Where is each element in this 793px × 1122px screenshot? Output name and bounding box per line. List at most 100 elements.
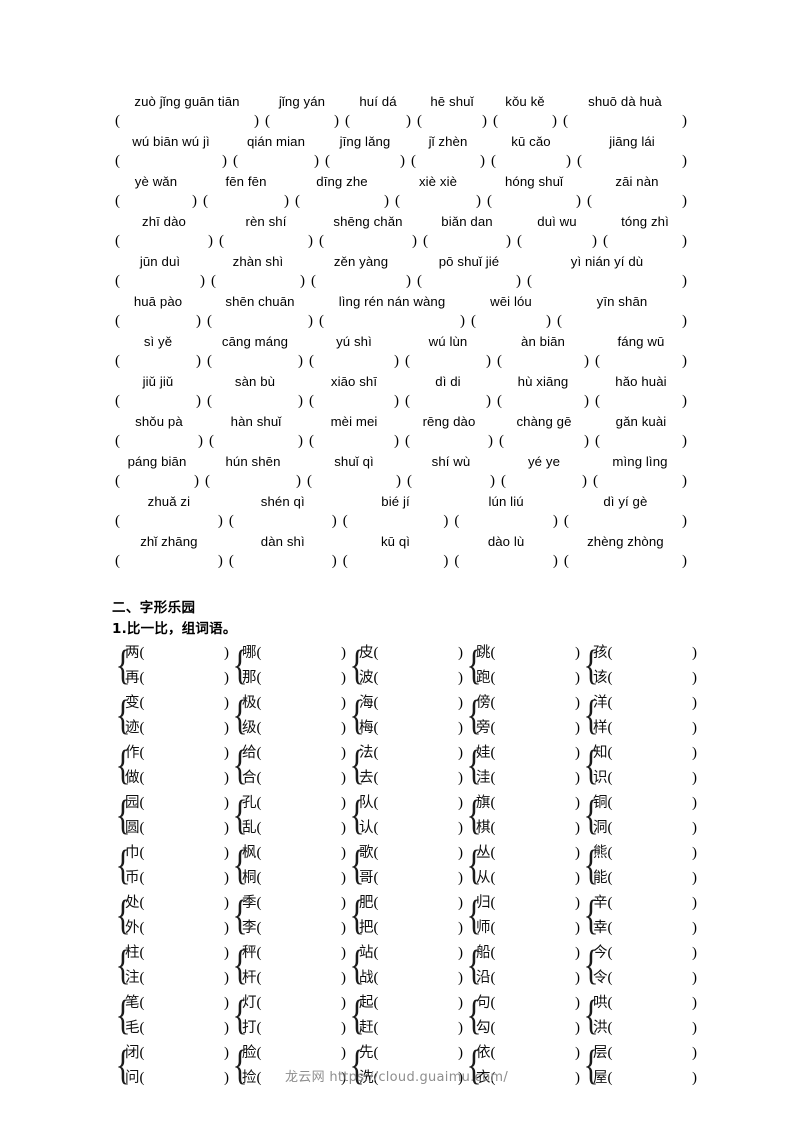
- answer-parentheses[interactable]: (): [216, 231, 316, 251]
- paren-open: (: [139, 670, 145, 686]
- answer-parentheses[interactable]: (): [304, 471, 404, 491]
- pinyin-word: jǐ zhèn: [428, 134, 468, 149]
- answer-parentheses[interactable]: (): [451, 511, 560, 531]
- answer-parentheses[interactable]: (): [112, 311, 204, 331]
- answer-parentheses[interactable]: (): [592, 351, 690, 371]
- curly-brace-icon: {: [115, 743, 131, 789]
- answer-parentheses[interactable]: (): [306, 431, 402, 451]
- answer-parentheses[interactable]: (): [112, 551, 226, 571]
- answer-parentheses[interactable]: (): [392, 191, 484, 211]
- answer-parentheses[interactable]: (): [420, 231, 514, 251]
- paren-close: ): [692, 670, 697, 686]
- answer-parentheses[interactable]: (): [204, 391, 306, 411]
- curly-brace-icon: {: [115, 793, 131, 839]
- answer-parentheses[interactable]: (): [306, 351, 402, 371]
- answer-parentheses[interactable]: (): [490, 111, 560, 131]
- answer-parentheses[interactable]: (): [204, 351, 306, 371]
- answer-parentheses[interactable]: (): [584, 191, 690, 211]
- character-pair-line: 哥(): [359, 866, 463, 891]
- answer-parentheses[interactable]: (): [112, 191, 200, 211]
- answer-parentheses[interactable]: (): [316, 231, 420, 251]
- answer-parentheses[interactable]: (): [112, 111, 262, 131]
- answer-parentheses[interactable]: (): [112, 391, 204, 411]
- answer-parentheses[interactable]: (): [561, 551, 690, 571]
- answer-parentheses[interactable]: (): [112, 271, 208, 291]
- character-pair-line: 歌(): [359, 841, 463, 866]
- answer-parentheses[interactable]: (): [226, 551, 340, 571]
- paren-close: ): [592, 233, 597, 249]
- answer-parentheses[interactable]: (): [112, 351, 204, 371]
- answer-parentheses[interactable]: (): [306, 391, 402, 411]
- answer-parentheses[interactable]: (): [322, 151, 408, 171]
- answer-parentheses[interactable]: (): [414, 271, 524, 291]
- paren-open: (: [373, 870, 379, 886]
- paren-open: (: [139, 695, 145, 711]
- character-pair-line: 给(): [242, 741, 346, 766]
- answer-parentheses[interactable]: (): [451, 551, 560, 571]
- answer-parentheses[interactable]: (): [592, 431, 690, 451]
- answer-parentheses[interactable]: (): [340, 511, 452, 531]
- answer-parentheses[interactable]: (): [204, 311, 316, 331]
- pinyin-row: zhuǎ zi shén qì bié jí lún liú dì yí gè()()(…: [112, 492, 690, 531]
- answer-parentheses[interactable]: (): [206, 431, 306, 451]
- answer-parentheses[interactable]: (): [402, 351, 494, 371]
- character-pair-line: 样(): [593, 716, 697, 741]
- answer-parentheses[interactable]: (): [590, 471, 690, 491]
- character-pair-line: 该(): [593, 666, 697, 691]
- character-pair-group: {站() 战(): [346, 941, 463, 991]
- paren-close: ): [298, 393, 303, 409]
- answer-parentheses[interactable]: (): [316, 311, 468, 331]
- answer-parentheses[interactable]: (): [574, 151, 690, 171]
- answer-parentheses[interactable]: (): [408, 151, 488, 171]
- answer-parentheses[interactable]: (): [404, 471, 498, 491]
- paren-close: ): [682, 433, 687, 449]
- answer-parentheses[interactable]: (): [230, 151, 322, 171]
- paren-close: ): [412, 233, 417, 249]
- answer-parentheses[interactable]: (): [202, 471, 304, 491]
- answer-parentheses[interactable]: (): [498, 471, 590, 491]
- answer-parentheses[interactable]: (): [112, 471, 202, 491]
- paren-open: (: [490, 870, 496, 886]
- paren-open: (: [499, 433, 504, 449]
- pinyin-word: zhǐ zhāng: [140, 534, 198, 549]
- answer-parentheses[interactable]: (): [524, 271, 690, 291]
- answer-parentheses[interactable]: (): [402, 431, 496, 451]
- pinyin-word-line: sì yě cāng máng yú shì wú lùn àn biān fáng wū: [112, 332, 690, 351]
- answer-parentheses[interactable]: (): [592, 391, 690, 411]
- character-pair-line: 孔(): [242, 791, 346, 816]
- answer-parentheses[interactable]: (): [112, 511, 226, 531]
- pinyin-word: tóng zhì: [621, 214, 669, 229]
- answer-parentheses[interactable]: (): [414, 111, 490, 131]
- answer-parentheses[interactable]: (): [292, 191, 392, 211]
- paren-open: (: [256, 745, 262, 761]
- answer-parentheses[interactable]: (): [112, 231, 216, 251]
- paren-open: (: [595, 433, 600, 449]
- answer-parentheses[interactable]: (): [308, 271, 414, 291]
- answer-parentheses[interactable]: (): [484, 191, 584, 211]
- answer-parentheses[interactable]: (): [494, 351, 592, 371]
- answer-parentheses[interactable]: (): [340, 551, 452, 571]
- answer-parentheses[interactable]: (): [112, 151, 230, 171]
- answer-parentheses[interactable]: (): [488, 151, 574, 171]
- answer-parentheses[interactable]: (): [226, 511, 340, 531]
- answer-parentheses[interactable]: (): [496, 431, 592, 451]
- answer-parentheses[interactable]: (): [561, 511, 690, 531]
- answer-parentheses[interactable]: (): [494, 391, 592, 411]
- answer-parentheses[interactable]: (): [262, 111, 342, 131]
- character-pair-line: 傍(): [476, 691, 580, 716]
- answer-parentheses[interactable]: (): [402, 391, 494, 411]
- answer-parentheses[interactable]: (): [342, 111, 414, 131]
- paren-close: ): [692, 945, 697, 961]
- answer-parentheses[interactable]: (): [560, 111, 690, 131]
- answer-parentheses[interactable]: (): [468, 311, 554, 331]
- paren-open: (: [607, 820, 613, 836]
- paren-open: (: [256, 995, 262, 1011]
- answer-parentheses[interactable]: (): [200, 191, 292, 211]
- character-pair-line: 毛(): [125, 1016, 229, 1041]
- answer-parentheses[interactable]: (): [514, 231, 600, 251]
- answer-parentheses[interactable]: (): [112, 431, 206, 451]
- answer-parentheses[interactable]: (): [554, 311, 690, 331]
- answer-parentheses[interactable]: (): [600, 231, 690, 251]
- answer-parentheses[interactable]: (): [208, 271, 308, 291]
- paren-open: (: [319, 313, 324, 329]
